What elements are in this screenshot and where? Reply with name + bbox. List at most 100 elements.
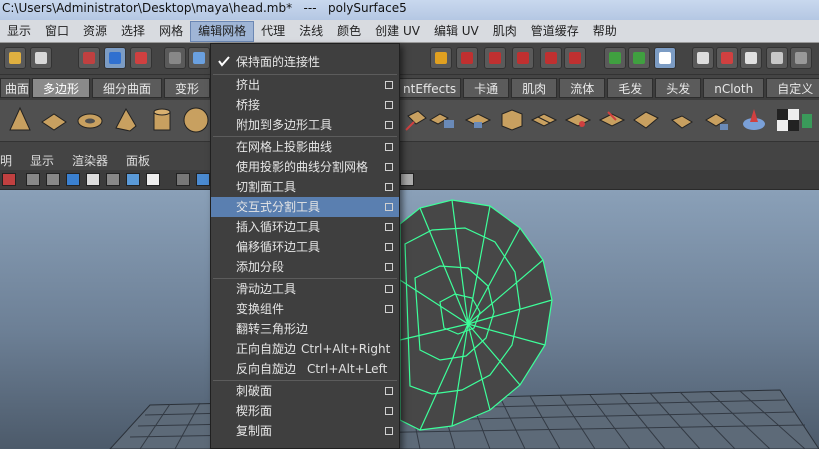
select-component-icon[interactable] bbox=[130, 47, 152, 69]
menu-pipeline-cache[interactable]: 管道缓存 bbox=[524, 21, 586, 42]
menu-window[interactable]: 窗口 bbox=[38, 21, 76, 42]
option-box-icon[interactable] bbox=[385, 243, 393, 251]
tab-toon[interactable]: 卡通 bbox=[463, 78, 510, 98]
render-view-icon[interactable] bbox=[692, 47, 714, 69]
menu-muscle[interactable]: 肌肉 bbox=[486, 21, 524, 42]
shadows-icon[interactable] bbox=[106, 173, 120, 186]
render-icon[interactable] bbox=[716, 47, 738, 69]
option-box-icon[interactable] bbox=[385, 263, 393, 271]
tab-hair[interactable]: 头发 bbox=[655, 78, 702, 98]
menu-select[interactable]: 选择 bbox=[114, 21, 152, 42]
menu-edit-mesh[interactable]: 编辑网格 bbox=[190, 20, 255, 42]
extrude-tool-icon[interactable] bbox=[402, 106, 430, 134]
split-poly-icon[interactable] bbox=[530, 106, 558, 134]
render-settings-icon[interactable] bbox=[766, 47, 788, 69]
dropdown-item[interactable]: 翻转三角形边 bbox=[211, 319, 399, 339]
lock-selection-icon[interactable] bbox=[164, 47, 186, 69]
smooth-shade-icon[interactable] bbox=[46, 173, 60, 186]
menu-create-uv[interactable]: 创建 UV bbox=[368, 21, 427, 42]
dropdown-item[interactable]: 添加分段 bbox=[211, 257, 399, 277]
poly-plane-icon[interactable] bbox=[40, 106, 68, 134]
tab-deformation[interactable]: 变形 bbox=[164, 78, 211, 98]
menu-normals[interactable]: 法线 bbox=[292, 21, 330, 42]
dropdown-item[interactable]: 滑动边工具 bbox=[211, 279, 399, 299]
tab-muscle[interactable]: 肌肉 bbox=[511, 78, 558, 98]
tab-subdiv[interactable]: 细分曲面 bbox=[92, 78, 163, 98]
offset-edge-loop-icon[interactable] bbox=[598, 106, 626, 134]
3d-viewport[interactable] bbox=[0, 190, 819, 449]
poly-cube-icon[interactable] bbox=[498, 106, 526, 134]
wireframe-shade-icon[interactable] bbox=[26, 173, 40, 186]
camera-select-icon[interactable] bbox=[2, 173, 16, 186]
magnet-icon-2[interactable] bbox=[484, 47, 506, 69]
isolate-icon[interactable] bbox=[176, 173, 190, 186]
select-hierarchy-icon[interactable] bbox=[78, 47, 100, 69]
select-object-icon[interactable] bbox=[104, 47, 126, 69]
option-box-icon[interactable] bbox=[385, 101, 393, 109]
dropdown-item[interactable]: 桥接 bbox=[211, 95, 399, 115]
dropdown-item[interactable]: 变换组件 bbox=[211, 299, 399, 319]
panel-menu-renderer[interactable]: 渲染器 bbox=[63, 152, 117, 169]
option-box-icon[interactable] bbox=[385, 387, 393, 395]
snap-grid-icon[interactable] bbox=[188, 47, 210, 69]
tab-surfaces[interactable]: 曲面 bbox=[0, 78, 30, 98]
snapshot-icon[interactable] bbox=[400, 173, 414, 186]
poly-pipe-icon[interactable] bbox=[148, 106, 176, 134]
sculpt-tool-icon[interactable] bbox=[740, 106, 768, 134]
tab-effects[interactable]: ntEffects bbox=[398, 78, 462, 98]
uv-checker-icon[interactable] bbox=[774, 106, 802, 134]
dropdown-item[interactable]: 刺破面 bbox=[211, 381, 399, 401]
menu-proxy[interactable]: 代理 bbox=[254, 21, 292, 42]
option-box-icon[interactable] bbox=[385, 223, 393, 231]
menu-edit-uv[interactable]: 编辑 UV bbox=[427, 21, 486, 42]
panel-menu-show[interactable]: 显示 bbox=[21, 152, 63, 169]
lights-icon[interactable] bbox=[86, 173, 100, 186]
panel-menu-lighting[interactable]: 明 bbox=[0, 152, 21, 169]
poly-torus-icon[interactable] bbox=[76, 106, 104, 134]
menu-mesh[interactable]: 网格 bbox=[152, 21, 190, 42]
snap-curve-icon[interactable] bbox=[430, 47, 452, 69]
option-box-icon[interactable] bbox=[385, 407, 393, 415]
more-tools-icon[interactable] bbox=[790, 47, 812, 69]
dropdown-item[interactable]: 挤出 bbox=[211, 75, 399, 95]
tab-polygons[interactable]: 多边形 bbox=[32, 78, 91, 98]
menu-color[interactable]: 颜色 bbox=[330, 21, 368, 42]
dropdown-item[interactable]: 偏移循环边工具 bbox=[211, 237, 399, 257]
insert-edge-loop-icon[interactable] bbox=[564, 106, 592, 134]
textured-icon[interactable] bbox=[66, 173, 80, 186]
dropdown-item-highlighted[interactable]: 交互式分割工具 bbox=[211, 197, 399, 217]
duplicate-face-icon[interactable] bbox=[668, 106, 696, 134]
dropdown-item[interactable]: 正向自旋边 Ctrl+Alt+Right bbox=[211, 339, 399, 359]
dropdown-item[interactable]: 在网格上投影曲线 bbox=[211, 137, 399, 157]
magnet-icon[interactable] bbox=[456, 47, 478, 69]
dropdown-item[interactable]: 使用投影的曲线分割网格 bbox=[211, 157, 399, 177]
construction-history-icon[interactable] bbox=[654, 47, 676, 69]
save-scene-icon[interactable] bbox=[30, 47, 52, 69]
shelf-more-icon[interactable] bbox=[800, 106, 819, 134]
option-box-icon[interactable] bbox=[385, 163, 393, 171]
dropdown-item[interactable]: 复制面 bbox=[211, 421, 399, 441]
option-box-icon[interactable] bbox=[385, 81, 393, 89]
option-box-icon[interactable] bbox=[385, 121, 393, 129]
panel-menu-panels[interactable]: 面板 bbox=[117, 152, 159, 169]
magnet-icon-3[interactable] bbox=[512, 47, 534, 69]
option-box-icon[interactable] bbox=[385, 183, 393, 191]
dropdown-item[interactable]: 保持面的连接性 bbox=[211, 52, 399, 72]
menu-help[interactable]: 帮助 bbox=[586, 21, 624, 42]
merge-vertices-icon[interactable] bbox=[704, 106, 732, 134]
append-poly-icon[interactable] bbox=[464, 106, 492, 134]
magnet-icon-5[interactable] bbox=[564, 47, 586, 69]
option-box-icon[interactable] bbox=[385, 305, 393, 313]
dropdown-item[interactable]: 反向自旋边 Ctrl+Alt+Left bbox=[211, 359, 399, 379]
open-scene-icon[interactable] bbox=[4, 47, 26, 69]
wedge-face-icon[interactable] bbox=[632, 106, 660, 134]
tab-fur[interactable]: 毛发 bbox=[607, 78, 654, 98]
poly-cone-icon[interactable] bbox=[6, 106, 34, 134]
tab-custom[interactable]: 自定义 bbox=[766, 78, 819, 98]
output-ops-icon[interactable] bbox=[628, 47, 650, 69]
option-box-icon[interactable] bbox=[385, 427, 393, 435]
poly-pyramid-icon[interactable] bbox=[112, 106, 140, 134]
dropdown-item[interactable]: 切割面工具 bbox=[211, 177, 399, 197]
xray-icon[interactable] bbox=[126, 173, 140, 186]
input-ops-icon[interactable] bbox=[604, 47, 626, 69]
